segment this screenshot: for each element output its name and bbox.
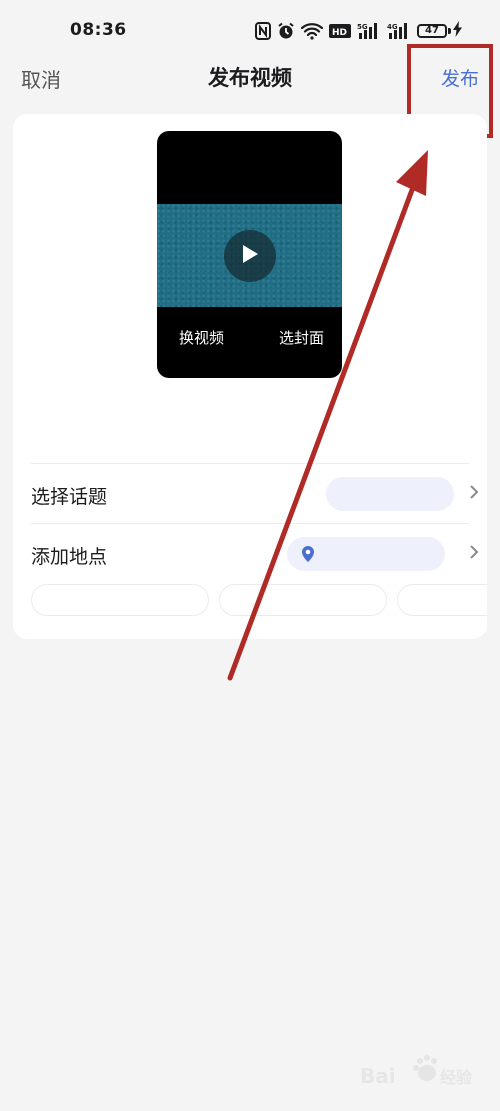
- location-suggestion-chip[interactable]: [397, 584, 487, 616]
- divider: [31, 523, 469, 524]
- svg-text:5G: 5G: [357, 23, 368, 31]
- baidu-watermark: Bai 经验: [360, 1048, 480, 1098]
- hd-icon: HD: [329, 21, 351, 41]
- video-preview[interactable]: 换视频 选封面: [157, 131, 342, 378]
- nfc-icon: [255, 21, 271, 41]
- wifi-icon: [301, 21, 323, 41]
- status-icons: HD 5G 4G 47: [255, 20, 462, 42]
- location-pill[interactable]: [287, 537, 445, 571]
- location-suggestion-chip[interactable]: [219, 584, 387, 616]
- svg-text:HD: HD: [332, 28, 347, 38]
- select-topic-label: 选择话题: [31, 486, 108, 508]
- signal-5g-icon: 5G: [357, 21, 381, 41]
- chevron-right-icon: [469, 544, 479, 564]
- topic-pill[interactable]: [326, 477, 454, 511]
- svg-text:4G: 4G: [387, 23, 398, 31]
- baidu-logo-icon: Bai 经验: [360, 1055, 473, 1088]
- location-suggestions: [31, 584, 487, 620]
- alarm-icon: [277, 21, 295, 41]
- svg-text:经验: 经验: [440, 1068, 473, 1087]
- location-pin-icon: [301, 546, 315, 562]
- select-cover-button[interactable]: 选封面: [279, 327, 324, 348]
- add-location-row[interactable]: 添加地点: [31, 526, 479, 584]
- video-thumbnail: [157, 204, 342, 307]
- chevron-right-icon: [469, 484, 479, 504]
- add-location-label: 添加地点: [31, 546, 108, 568]
- play-icon: [240, 243, 260, 269]
- location-suggestion-chip[interactable]: [31, 584, 209, 616]
- publish-form-card: 换视频 选封面 选择话题 添加地点: [13, 114, 487, 639]
- battery-icon: 47: [417, 21, 462, 41]
- description-input[interactable]: [31, 409, 271, 439]
- video-actions: 换视频 选封面: [157, 327, 342, 348]
- battery-level: 47: [417, 24, 447, 38]
- play-button[interactable]: [224, 230, 276, 282]
- signal-4g-icon: 4G: [387, 21, 411, 41]
- status-time: 08:36: [70, 20, 127, 40]
- charging-icon: [453, 21, 462, 41]
- replace-video-button[interactable]: 换视频: [179, 327, 224, 348]
- divider: [31, 463, 469, 464]
- svg-text:Bai: Bai: [360, 1064, 396, 1088]
- select-topic-row[interactable]: 选择话题: [31, 466, 479, 524]
